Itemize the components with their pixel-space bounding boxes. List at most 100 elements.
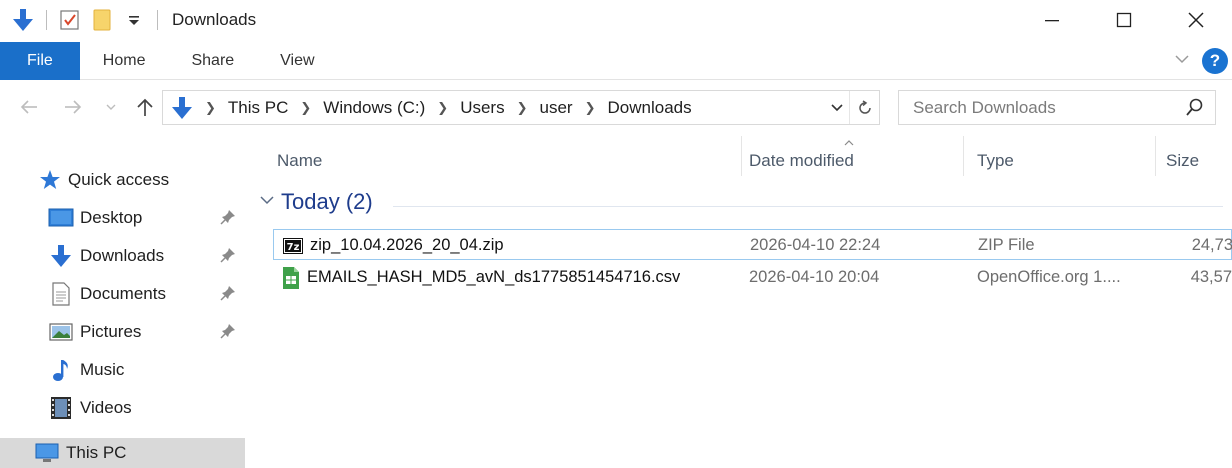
breadcrumb-downloads[interactable]: Downloads [608, 98, 692, 118]
sidebar-item-downloads[interactable]: Downloads [0, 239, 245, 273]
sidebar-item-pictures[interactable]: Pictures [0, 315, 245, 349]
column-header-date-modified[interactable]: Date modified [741, 140, 963, 178]
breadcrumb-users[interactable]: Users [460, 98, 504, 118]
tab-share[interactable]: Share [168, 42, 257, 80]
pictures-icon [48, 319, 74, 345]
group-header-today[interactable]: Today (2) [259, 189, 373, 215]
recent-locations-button[interactable] [100, 92, 122, 122]
ribbon-tabs: File Home Share View ? [0, 40, 1232, 80]
sidebar-item-label: Pictures [80, 322, 142, 341]
sidebar-item-label: Desktop [80, 208, 143, 227]
pin-icon[interactable] [220, 323, 236, 344]
breadcrumb-user[interactable]: user [540, 98, 573, 118]
file-name: EMAILS_HASH_MD5_avN_ds1775851454716.csv [307, 268, 681, 286]
search-icon[interactable] [1185, 97, 1205, 122]
column-header-label: Size [1166, 151, 1200, 170]
breadcrumb-separator[interactable]: ❯ [585, 100, 596, 116]
chevron-down-icon[interactable] [259, 193, 275, 211]
file-name-cell: 7z zip_10.04.2026_20_04.zip [282, 230, 504, 261]
breadcrumb-windows-c[interactable]: Windows (C:) [323, 98, 425, 118]
close-button[interactable] [1160, 0, 1232, 40]
toolbar-divider [46, 10, 47, 30]
sidebar-item-quick-access[interactable]: Quick access [0, 163, 245, 197]
sidebar-item-this-pc[interactable]: This PC [0, 438, 245, 468]
group-title: Today (2) [281, 189, 373, 214]
sidebar-item-documents[interactable]: Documents [0, 277, 245, 311]
column-header-label: Date modified [749, 151, 854, 170]
pin-icon[interactable] [220, 247, 236, 268]
new-folder-icon[interactable] [89, 7, 115, 33]
navigation-row: ❯ This PC ❯ Windows (C:) ❯ Users ❯ user … [0, 80, 1232, 134]
column-header-label: Name [277, 151, 323, 170]
help-button[interactable]: ? [1202, 48, 1228, 74]
file-name: zip_10.04.2026_20_04.zip [310, 236, 504, 254]
file-name-cell: EMAILS_HASH_MD5_avN_ds1775851454716.csv [281, 262, 680, 293]
tab-home[interactable]: Home [80, 42, 169, 80]
search-box[interactable] [898, 90, 1216, 125]
breadcrumb-this-pc[interactable]: This PC [228, 98, 288, 118]
back-arrow-icon [20, 100, 37, 114]
ribbon-right-controls: ? [1174, 48, 1228, 74]
file-size: 43,57 [1190, 268, 1232, 286]
breadcrumb-separator[interactable]: ❯ [300, 100, 311, 116]
file-size: 24,73 [1191, 236, 1232, 254]
breadcrumb-separator[interactable]: ❯ [205, 100, 216, 116]
file-type: ZIP File [978, 236, 1035, 254]
title-bar: Downloads [0, 0, 1232, 40]
file-list: Name Date modified Type Size Today (2) 7… [245, 134, 1232, 460]
column-header-name[interactable]: Name [269, 144, 741, 178]
pin-icon[interactable] [220, 209, 236, 230]
music-icon [48, 357, 74, 383]
refresh-button[interactable] [849, 91, 879, 124]
sidebar-item-label: Music [80, 360, 125, 379]
address-history-button[interactable] [825, 91, 849, 124]
videos-icon [48, 395, 74, 421]
maximize-button[interactable] [1088, 0, 1160, 40]
file-date: 2026-04-10 22:24 [750, 236, 881, 254]
sidebar-item-label: This PC [66, 443, 127, 462]
file-row[interactable]: 7z zip_10.04.2026_20_04.zip 2026-04-10 2… [273, 229, 1232, 260]
breadcrumb-separator[interactable]: ❯ [437, 100, 448, 116]
sidebar-item-label: Documents [80, 284, 166, 303]
navigation-pane: Quick access Desktop Downloads Documents [0, 134, 245, 468]
pin-icon[interactable] [220, 285, 236, 306]
search-input[interactable] [911, 96, 1171, 119]
column-divider[interactable] [963, 136, 964, 176]
computer-icon [34, 440, 60, 466]
tab-file[interactable]: File [0, 42, 80, 80]
sidebar-item-label: Downloads [80, 246, 165, 265]
sidebar-item-videos[interactable]: Videos [0, 391, 245, 425]
toolbar-divider [157, 10, 158, 30]
up-button[interactable] [132, 92, 158, 122]
downloads-icon [48, 243, 74, 269]
column-header-type[interactable]: Type [969, 144, 1159, 178]
sort-chevron-icon [843, 132, 855, 152]
back-button[interactable] [14, 92, 44, 122]
sidebar-item-label: Quick access [68, 170, 170, 189]
minimize-button[interactable] [1016, 0, 1088, 40]
up-arrow-icon [137, 98, 153, 116]
column-header-label: Type [977, 151, 1014, 170]
sidebar-item-desktop[interactable]: Desktop [0, 201, 245, 235]
download-arrow-icon[interactable] [10, 7, 36, 33]
sidebar-item-music[interactable]: Music [0, 353, 245, 387]
desktop-icon [48, 205, 74, 231]
chevron-down-icon [106, 104, 116, 110]
minimize-icon [1045, 20, 1059, 22]
chevron-down-icon [831, 103, 843, 111]
expand-ribbon-icon[interactable] [1174, 52, 1190, 70]
column-header-size[interactable]: Size [1158, 144, 1232, 178]
forward-button[interactable] [58, 92, 88, 122]
customize-toolbar-icon[interactable] [121, 7, 147, 33]
documents-icon [48, 281, 74, 307]
breadcrumb-separator[interactable]: ❯ [517, 100, 528, 116]
file-date: 2026-04-10 20:04 [749, 268, 880, 286]
file-row[interactable]: EMAILS_HASH_MD5_avN_ds1775851454716.csv … [273, 262, 1232, 293]
star-icon [38, 167, 62, 193]
column-divider[interactable] [1155, 136, 1156, 176]
tab-view[interactable]: View [257, 42, 337, 80]
properties-icon[interactable] [57, 7, 83, 33]
file-type: OpenOffice.org 1.... [977, 268, 1121, 286]
sidebar-item-label: Videos [80, 398, 132, 417]
address-bar[interactable]: ❯ This PC ❯ Windows (C:) ❯ Users ❯ user … [162, 90, 880, 125]
